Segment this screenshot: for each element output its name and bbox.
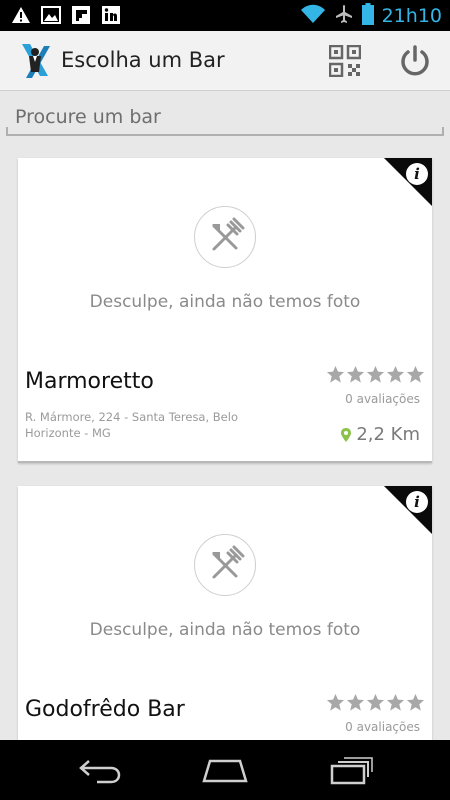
info-corner [384,158,432,206]
fork-knife-icon [194,534,256,596]
distance-value: 2,2 Km [356,424,420,445]
airplane-icon [334,4,354,28]
star-icon [386,693,405,711]
battery-icon [361,3,374,29]
status-bar: 21h10 [0,0,450,31]
rating-stars [326,365,425,384]
screen: 21h10 Escolha um Bar Procure um bar i De… [0,0,450,800]
star-icon [406,693,425,711]
notification-icons [10,4,122,26]
back-icon[interactable] [75,752,125,788]
fork-knife-icon [194,206,256,268]
location-pin-icon [341,427,352,442]
star-icon [366,365,385,383]
info-icon[interactable]: i [406,491,428,513]
page-title: Escolha um Bar [61,48,225,72]
image-icon [40,4,62,26]
bar-address: R. Mármore, 224 - Santa Teresa, Belo Hor… [25,410,238,440]
navigation-bar [0,740,450,800]
star-icon [406,365,425,383]
qr-code-icon[interactable] [328,44,362,78]
no-photo-message: Desculpe, ainda não temos foto [89,292,361,312]
recent-apps-icon[interactable] [326,752,376,788]
star-icon [326,693,345,711]
star-icon [366,693,385,711]
reviews-count: 0 avaliações [345,392,420,406]
info-corner [384,486,432,534]
action-bar: Escolha um Bar [0,31,450,91]
bar-name: Marmoretto [25,369,154,394]
star-icon [326,365,345,383]
reviews-count: 0 avaliações [345,720,420,734]
home-icon[interactable] [200,752,250,788]
linkedin-icon [100,4,122,26]
wifi-icon [300,4,326,28]
search-field [6,100,444,136]
power-icon[interactable] [398,44,432,78]
system-status: 21h10 [300,3,442,29]
bar-name: Godofrêdo Bar [25,697,185,722]
star-icon [346,693,365,711]
bar-card[interactable]: i Desculpe, ainda não temos foto Marmore… [18,158,432,463]
distance: 2,2 Km [341,424,420,445]
no-photo-message: Desculpe, ainda não temos foto [89,620,361,640]
star-icon [386,365,405,383]
rating-stars [326,693,425,712]
app-logo-icon[interactable] [18,42,52,80]
warning-icon [10,4,32,26]
star-icon [346,365,365,383]
clock: 21h10 [381,5,442,27]
info-icon[interactable]: i [406,163,428,185]
flipboard-icon [70,4,92,26]
search-input[interactable] [6,100,444,134]
